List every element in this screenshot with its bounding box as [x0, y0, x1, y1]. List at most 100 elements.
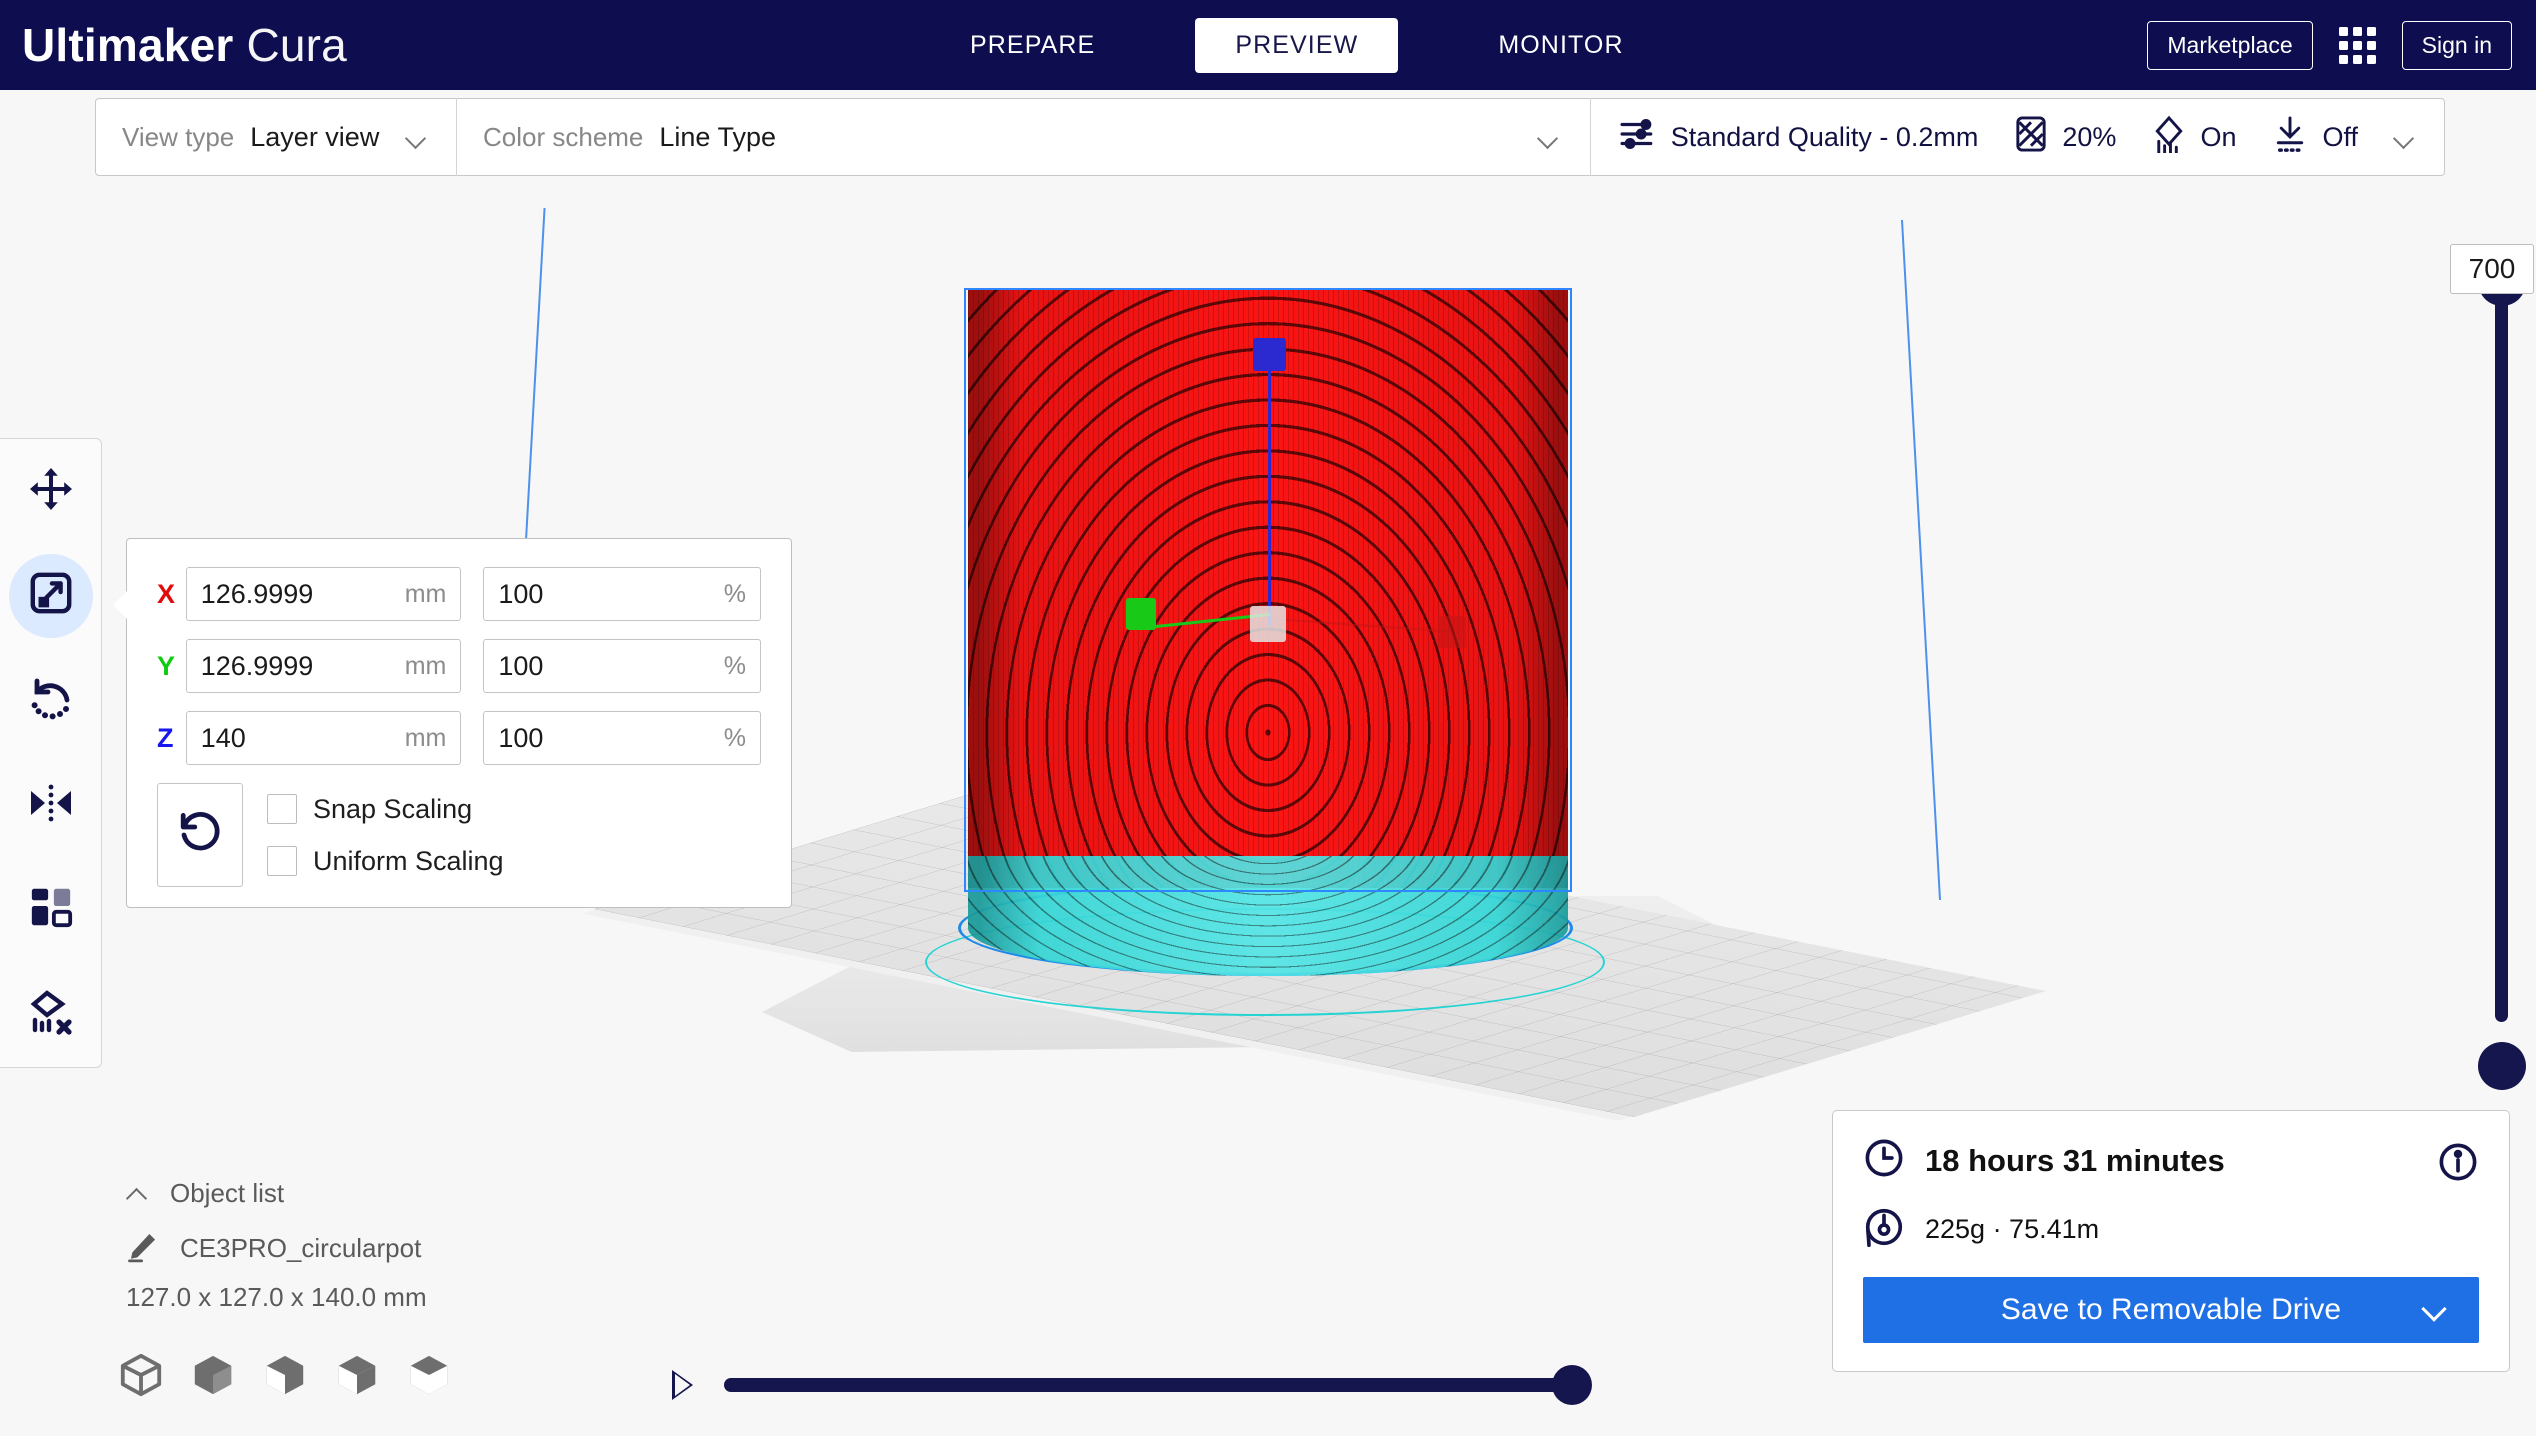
adhesion-value: Off — [2322, 121, 2358, 152]
layer-slider: 700 — [2450, 220, 2534, 1090]
cura-window: Ultimaker Cura PREPARE PREVIEW MONITOR M… — [0, 0, 2536, 1436]
view-top-button[interactable] — [262, 1352, 308, 1403]
view-3d-button[interactable] — [118, 1352, 164, 1403]
adhesion-icon — [2272, 115, 2308, 160]
chevron-up-icon[interactable] — [126, 1187, 148, 1200]
quality-profile-value: Standard Quality - 0.2mm — [1670, 121, 1979, 152]
object-list-title: Object list — [170, 1178, 285, 1208]
uniform-scaling-label: Uniform Scaling — [313, 845, 504, 876]
clock-icon — [1863, 1137, 1905, 1184]
gizmo-z-axis — [1268, 358, 1271, 626]
color-scheme-label: Color scheme — [483, 121, 644, 152]
color-scheme-chevron-down-icon[interactable] — [1538, 131, 1560, 143]
scale-z-percent-field[interactable]: % — [483, 711, 761, 765]
unit-mm-z: mm — [404, 723, 447, 752]
unit-mm-y: mm — [404, 651, 447, 680]
object-list-panel: Object list CE3PRO_circularpot 127.0 x 1… — [126, 1178, 427, 1313]
uniform-scaling-checkbox[interactable] — [267, 846, 297, 876]
scale-checkboxes: Snap Scaling Uniform Scaling — [267, 783, 504, 887]
spool-icon — [1863, 1206, 1905, 1253]
mirror-tool[interactable] — [9, 763, 93, 847]
object-name: CE3PRO_circularpot — [180, 1233, 422, 1263]
simulation-path-slider[interactable] — [724, 1365, 1592, 1405]
save-chevron-down-icon[interactable] — [2425, 1300, 2445, 1320]
object-dimensions: 127.0 x 127.0 x 140.0 mm — [126, 1282, 427, 1312]
gizmo-z-handle[interactable] — [1253, 338, 1286, 371]
save-button-label: Save to Removable Drive — [2000, 1293, 2342, 1326]
scale-tool[interactable] — [8, 553, 93, 638]
layer-slider-top-handle[interactable]: 700 — [2450, 244, 2534, 306]
axis-label-x: X — [157, 578, 176, 609]
view-type-chevron-down-icon[interactable] — [406, 131, 428, 143]
gizmo-y-handle[interactable] — [1126, 598, 1156, 630]
view-type-value: Layer view — [250, 121, 380, 152]
save-to-removable-drive-button[interactable]: Save to Removable Drive — [1863, 1277, 2479, 1343]
snap-scaling-checkbox[interactable] — [267, 794, 297, 824]
scale-z-mm-field[interactable]: mm — [185, 711, 462, 765]
object-list-item[interactable]: CE3PRO_circularpot — [126, 1229, 427, 1268]
color-scheme-group[interactable]: Color scheme Line Type — [457, 99, 802, 175]
scale-row-z: Z mm % — [157, 711, 761, 765]
header-actions: Marketplace Sign in — [2147, 0, 2512, 90]
view-right-button[interactable] — [406, 1352, 452, 1403]
scale-x-mm-field[interactable]: mm — [185, 567, 462, 621]
snap-scaling-label: Snap Scaling — [313, 793, 473, 824]
layer-slider-track[interactable] — [2495, 282, 2508, 1022]
unit-percent-x: % — [723, 579, 746, 608]
print-material-row: 225g · 75.41m — [1863, 1206, 2479, 1253]
layer-slider-bottom-handle[interactable] — [2478, 1042, 2526, 1090]
unit-mm-x: mm — [404, 579, 447, 608]
print-info-card: 18 hours 31 minutes 225g · 75.41m Save t… — [1832, 1110, 2510, 1372]
scale-icon — [28, 570, 74, 621]
sign-in-button[interactable]: Sign in — [2401, 20, 2512, 70]
unit-percent-z: % — [723, 723, 746, 752]
simulation-slider-handle[interactable] — [1552, 1365, 1592, 1405]
scale-panel: X mm % Y mm % Z mm — [113, 538, 792, 908]
tab-monitor[interactable]: MONITOR — [1458, 18, 1663, 73]
support-icon — [2152, 115, 2186, 160]
move-arrows-icon — [27, 465, 75, 518]
uniform-scaling-row[interactable]: Uniform Scaling — [267, 835, 504, 887]
view-left-button[interactable] — [334, 1352, 380, 1403]
print-settings-chevron-down-icon[interactable] — [2394, 131, 2416, 143]
tab-prepare[interactable]: PREPARE — [930, 18, 1135, 73]
view-toolbar: View type Layer view Color scheme Line T… — [95, 98, 2445, 176]
snap-scaling-row[interactable]: Snap Scaling — [267, 783, 504, 835]
scale-y-percent-field[interactable]: % — [483, 639, 761, 693]
tab-preview[interactable]: PREVIEW — [1195, 17, 1399, 73]
reset-scale-button[interactable] — [157, 783, 243, 887]
marketplace-button[interactable]: Marketplace — [2147, 20, 2313, 70]
axis-label-z: Z — [157, 722, 174, 753]
scale-z-percent-input[interactable] — [484, 712, 760, 764]
play-icon[interactable] — [672, 1370, 696, 1400]
tool-sidebar — [0, 438, 102, 1068]
per-model-settings-tool[interactable] — [9, 868, 93, 952]
sliders-icon — [1619, 115, 1657, 160]
grid-apps-icon[interactable] — [2338, 26, 2376, 64]
gizmo-x-axis — [1271, 618, 1452, 633]
gizmo-center-handle[interactable] — [1250, 606, 1286, 642]
scale-x-percent-input[interactable] — [484, 568, 760, 620]
mirror-icon — [27, 779, 75, 832]
scale-x-percent-field[interactable]: % — [483, 567, 761, 621]
support-blocker-tool[interactable] — [9, 973, 93, 1057]
view-type-group[interactable]: View type Layer view — [96, 99, 380, 175]
scale-y-percent-input[interactable] — [484, 640, 760, 692]
info-icon[interactable] — [2437, 1141, 2479, 1188]
view-front-button[interactable] — [190, 1352, 236, 1403]
gizmo-x-handle[interactable] — [1438, 616, 1466, 648]
scale-y-mm-field[interactable]: mm — [185, 639, 462, 693]
simulation-playback-bar — [672, 1365, 1592, 1405]
move-tool[interactable] — [9, 449, 93, 533]
rotate-icon — [27, 674, 75, 727]
print-time-value: 18 hours 31 minutes — [1925, 1142, 2225, 1178]
scale-gizmo[interactable] — [1120, 330, 1580, 660]
print-settings-summary[interactable]: Standard Quality - 0.2mm 20% On Off — [1591, 115, 2444, 160]
pencil-icon — [126, 1229, 160, 1268]
scale-controls-row: Snap Scaling Uniform Scaling — [157, 783, 761, 887]
object-list-header[interactable]: Object list — [126, 1178, 427, 1209]
per-model-settings-icon — [28, 884, 74, 935]
color-scheme-value: Line Type — [659, 121, 777, 152]
brand-bold: Ultimaker — [22, 19, 234, 71]
rotate-tool[interactable] — [9, 659, 93, 743]
